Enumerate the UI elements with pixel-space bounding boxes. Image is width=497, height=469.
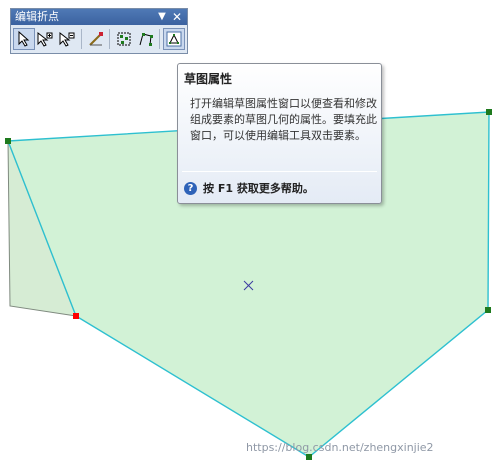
help-icon: ? (184, 181, 197, 195)
close-icon[interactable]: ✕ (170, 9, 184, 25)
sketch-properties-button[interactable] (163, 28, 185, 50)
vertex-handle[interactable] (306, 454, 312, 460)
toolbar-title: 编辑折点 (15, 10, 59, 23)
toolbar-titlebar[interactable]: 编辑折点 ▼ ✕ (11, 9, 187, 25)
continue-feature-icon (88, 32, 103, 46)
active-vertex-handle[interactable] (73, 313, 79, 319)
add-vertex-icon (37, 31, 53, 47)
vertex-handle[interactable] (5, 138, 11, 144)
tooltip-title: 草图属性 (184, 72, 233, 86)
add-vertex-button[interactable] (35, 28, 57, 50)
vertex-handle[interactable] (486, 109, 492, 115)
delete-vertex-button[interactable] (56, 28, 78, 50)
sketch-properties-icon (166, 31, 182, 47)
tooltip-help-text: 按 F1 获取更多帮助。 (203, 182, 314, 195)
toolbar-separator (80, 29, 82, 49)
tooltip-description: 打开编辑草图属性窗口以便查看和修改组成要素的草图几何的属性。要填充此窗口，可以使… (190, 97, 377, 142)
modify-vertex-button[interactable] (135, 28, 157, 50)
edit-vertices-pointer-button[interactable] (13, 28, 35, 50)
tooltip-help-row: ? 按 F1 获取更多帮助。 (184, 180, 314, 196)
vertex-handle[interactable] (485, 307, 491, 313)
continue-feature-button[interactable] (85, 28, 107, 50)
dropdown-arrow-icon[interactable]: ▼ (155, 9, 169, 25)
delete-vertex-icon (59, 31, 75, 47)
sketch-properties-tooltip: 草图属性 打开编辑草图属性窗口以便查看和修改组成要素的草图几何的属性。要填充此窗… (177, 63, 382, 204)
select-vertices-button[interactable] (113, 28, 135, 50)
watermark-text: https://blog.csdn.net/zhengxinjie2 (246, 441, 434, 454)
edit-vertices-toolbar[interactable]: 编辑折点 ▼ ✕ (10, 8, 188, 54)
tooltip-divider (182, 171, 377, 172)
toolbar-separator (109, 29, 111, 49)
select-vertices-icon (117, 32, 131, 46)
modify-vertex-icon (139, 33, 153, 46)
toolbar-separator (159, 29, 161, 49)
edit-vertices-pointer-icon (18, 31, 30, 47)
